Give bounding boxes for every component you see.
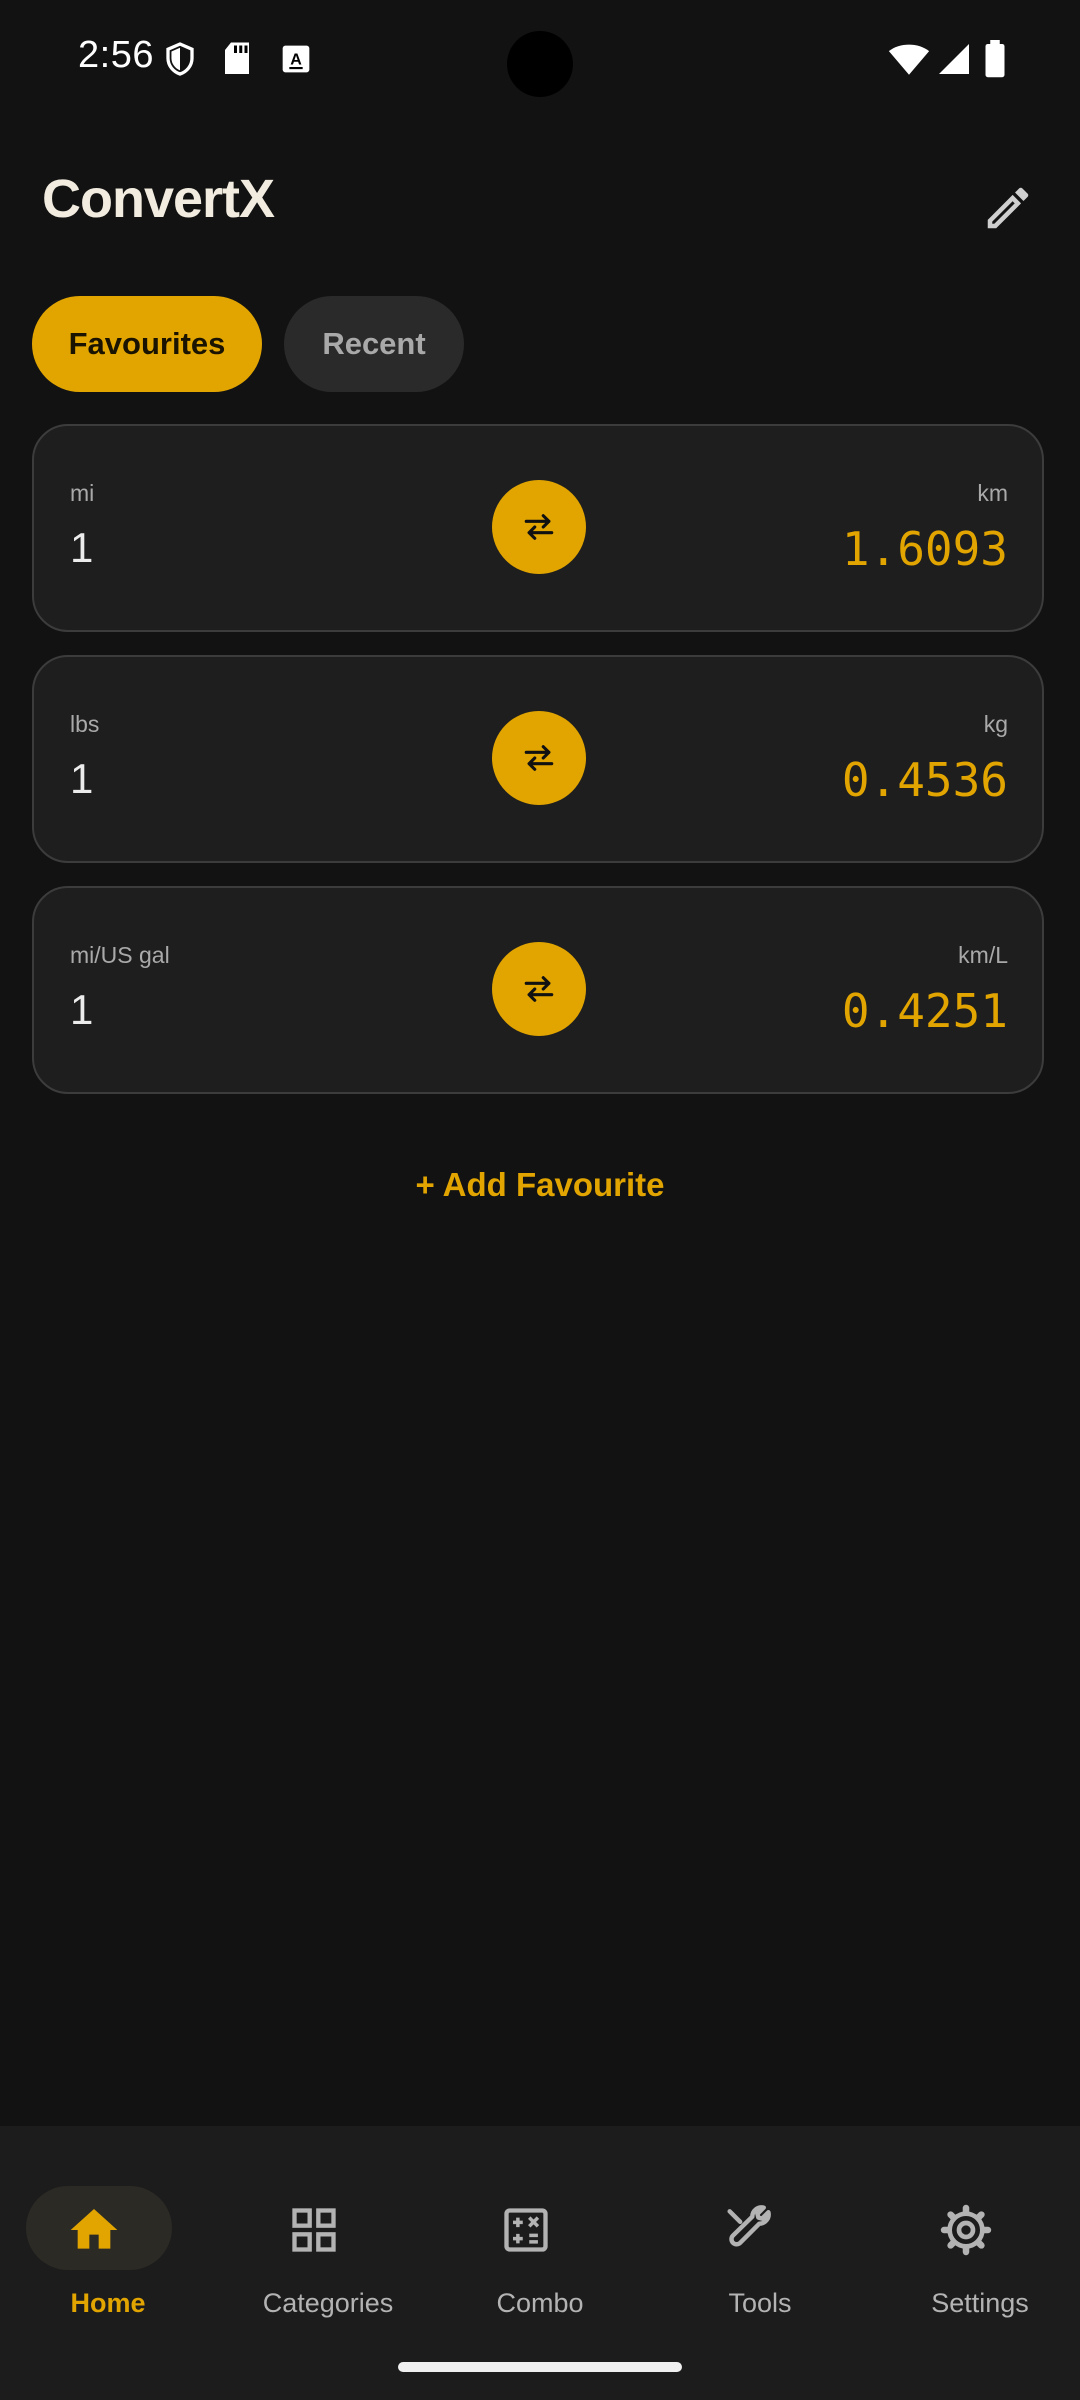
to-value: 0.4536 (841, 753, 1008, 807)
grid-icon (282, 2198, 346, 2262)
nav-label-combo: Combo (496, 2288, 584, 2318)
nav-item-settings[interactable]: Settings (872, 2156, 1080, 2326)
to-unit-label: kg (983, 711, 1008, 737)
swap-arrows-icon (524, 745, 554, 771)
swap-arrows-icon (524, 976, 554, 1002)
nav-item-combo[interactable]: Combo (432, 2156, 648, 2326)
to-value: 1.6093 (841, 522, 1008, 576)
wrench-icon (714, 2198, 778, 2262)
to-unit-label: km (977, 480, 1008, 506)
swap-button[interactable] (492, 480, 586, 574)
to-unit-label: km/L (958, 942, 1008, 968)
nav-item-categories[interactable]: Categories (220, 2156, 436, 2326)
tab-favourites[interactable]: Favourites (32, 296, 262, 392)
swap-button[interactable] (492, 711, 586, 805)
from-unit-label: lbs (70, 711, 100, 737)
edit-button[interactable] (972, 172, 1044, 244)
conversion-card[interactable]: lbs 1 kg 0.4536 (32, 655, 1044, 863)
nav-item-home[interactable]: Home (0, 2156, 216, 2326)
sd-card-icon (225, 42, 249, 74)
calculator-icon (494, 2198, 558, 2262)
from-unit-label: mi/US gal (70, 942, 170, 968)
app-title: ConvertX (42, 169, 275, 229)
nav-label-tools: Tools (728, 2288, 792, 2318)
camera-cutout (507, 31, 573, 97)
add-favourite-button[interactable]: + Add Favourite (0, 1166, 1080, 1204)
conversion-card[interactable]: mi/US gal 1 km/L 0.4251 (32, 886, 1044, 1094)
signal-icon (939, 44, 969, 74)
from-value-input[interactable]: 1 (70, 524, 93, 572)
status-bar: 2:56 A (0, 0, 1080, 120)
to-value: 0.4251 (841, 984, 1008, 1038)
nav-label-home: Home (70, 2288, 146, 2318)
nav-item-tools[interactable]: Tools (652, 2156, 868, 2326)
nav-label-categories: Categories (262, 2288, 394, 2318)
bottom-nav: Home Categories Combo Tools Settings (0, 2126, 1080, 2400)
pencil-icon (987, 187, 1029, 229)
swap-arrows-icon (524, 514, 554, 540)
home-gesture-bar[interactable] (398, 2362, 682, 2372)
gear-icon (934, 2198, 998, 2262)
keyboard-a-icon: A (282, 45, 310, 73)
from-unit-label: mi (70, 480, 95, 506)
home-icon (62, 2198, 126, 2262)
battery-icon (985, 40, 1005, 78)
nav-label-settings: Settings (931, 2288, 1029, 2318)
from-value-input[interactable]: 1 (70, 755, 93, 803)
tab-recent[interactable]: Recent (284, 296, 464, 392)
swap-button[interactable] (492, 942, 586, 1036)
wifi-icon (888, 44, 930, 75)
shield-icon (166, 42, 194, 76)
conversion-card[interactable]: mi 1 km 1.6093 (32, 424, 1044, 632)
app-screen: 2:56 A ConvertX Favourites Recent mi 1 k… (0, 0, 1080, 2400)
svg-text:A: A (290, 51, 302, 68)
status-time: 2:56 (78, 34, 154, 76)
from-value-input[interactable]: 1 (70, 986, 93, 1034)
